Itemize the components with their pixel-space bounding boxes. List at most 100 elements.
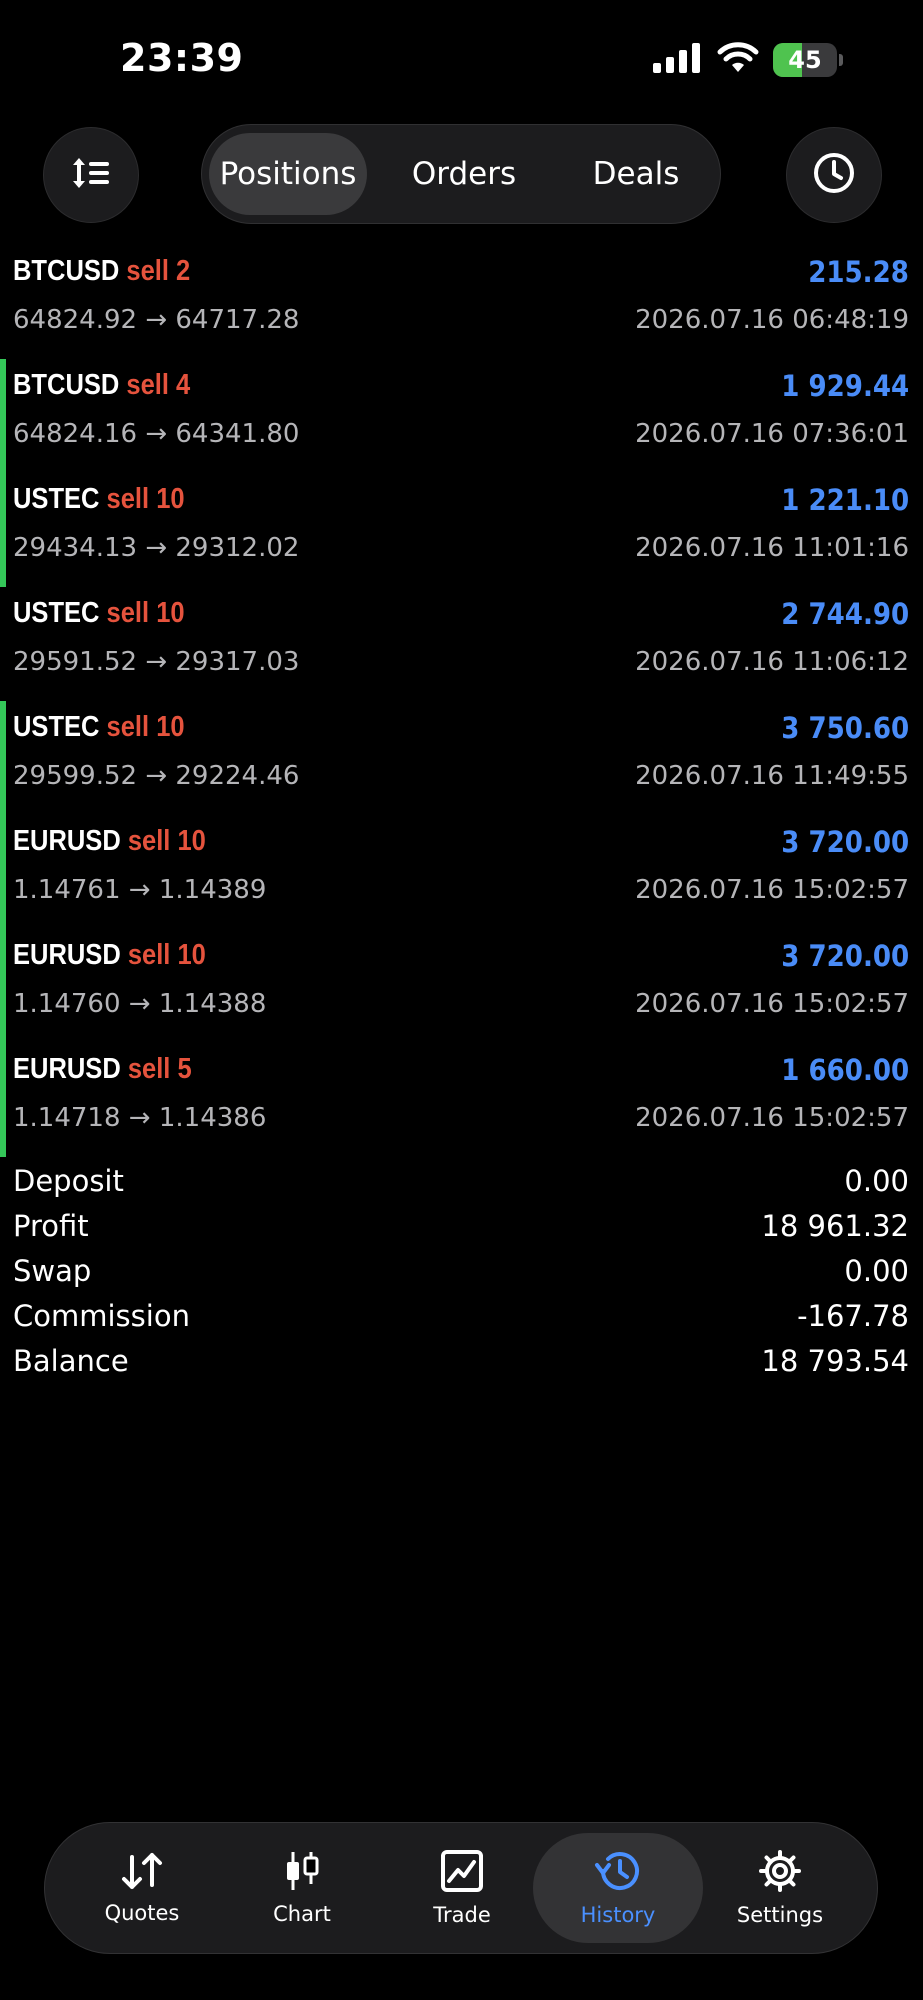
- tab-trade[interactable]: Trade: [377, 1833, 547, 1943]
- battery-icon: 45: [773, 43, 843, 77]
- status-icons: 45: [653, 42, 843, 78]
- open-price: 29591.52: [13, 647, 138, 677]
- open-price: 29599.52: [13, 761, 138, 791]
- close-price: 1.14386: [158, 1103, 267, 1133]
- arrow-icon: →: [145, 419, 168, 449]
- close-time: 2026.07.16 15:02:57: [635, 989, 909, 1019]
- summary-label: Deposit: [13, 1164, 124, 1198]
- side-volume: sell 10: [106, 711, 185, 743]
- side-volume: sell 5: [127, 1053, 192, 1085]
- close-time: 2026.07.16 11:01:16: [635, 533, 909, 563]
- profit-value: 3 720.00: [781, 825, 909, 859]
- summary-value: 0.00: [844, 1164, 909, 1198]
- row-marker: [0, 359, 6, 473]
- battery-level: 45: [788, 46, 822, 74]
- row-marker: [0, 701, 6, 815]
- row-marker: [0, 815, 6, 929]
- close-time: 2026.07.16 11:06:12: [635, 647, 909, 677]
- summary-value: 0.00: [844, 1254, 909, 1288]
- close-price: 29224.46: [175, 761, 300, 791]
- clock-icon: [812, 151, 856, 199]
- arrow-icon: →: [145, 761, 168, 791]
- tab-positions[interactable]: Positions: [209, 133, 367, 215]
- close-time: 2026.07.16 06:48:19: [635, 305, 909, 335]
- profit-value: 1 929.44: [781, 369, 909, 403]
- arrow-icon: →: [128, 1103, 151, 1133]
- close-time: 2026.07.16 07:36:01: [635, 419, 909, 449]
- arrow-icon: →: [145, 533, 168, 563]
- signal-icon: [653, 43, 703, 77]
- summary-label: Swap: [13, 1254, 92, 1288]
- close-time: 2026.07.16 15:02:57: [635, 1103, 909, 1133]
- open-price: 1.14760: [13, 989, 121, 1019]
- symbol: USTEC: [13, 597, 100, 629]
- summary-profit: Profit 18 961.32: [0, 1205, 923, 1250]
- history-summary: Deposit 0.00 Profit 18 961.32 Swap 0.00 …: [0, 1160, 923, 1385]
- tab-history[interactable]: History: [533, 1833, 703, 1943]
- open-price: 1.14761: [13, 875, 121, 905]
- close-price: 1.14388: [158, 989, 267, 1019]
- symbol: EURUSD: [13, 825, 121, 857]
- summary-label: Profit: [13, 1209, 89, 1243]
- side-volume: sell 10: [106, 597, 185, 629]
- summary-balance: Balance 18 793.54: [0, 1340, 923, 1385]
- summary-swap: Swap 0.00: [0, 1250, 923, 1295]
- sort-button[interactable]: [43, 127, 139, 223]
- profit-value: 1 221.10: [781, 483, 909, 517]
- close-time: 2026.07.16 11:49:55: [635, 761, 909, 791]
- symbol: USTEC: [13, 483, 100, 515]
- summary-label: Balance: [13, 1344, 129, 1378]
- open-price: 1.14718: [13, 1103, 121, 1133]
- symbol: USTEC: [13, 711, 100, 743]
- close-price: 1.14389: [158, 875, 267, 905]
- close-price: 64717.28: [175, 305, 300, 335]
- summary-commission: Commission -167.78: [0, 1295, 923, 1340]
- symbol: EURUSD: [13, 1053, 121, 1085]
- side-volume: sell 10: [127, 939, 206, 971]
- list-item[interactable]: EURUSD sell 10 1.14760 → 1.14388 3 720.00…: [0, 929, 923, 1043]
- period-button[interactable]: [786, 127, 882, 223]
- list-item[interactable]: USTEC sell 10 29434.13 → 29312.02 1 221.1…: [0, 473, 923, 587]
- close-price: 29312.02: [175, 533, 300, 563]
- profit-value: 2 744.90: [781, 597, 909, 631]
- side-volume: sell 10: [127, 825, 206, 857]
- tab-label: Settings: [736, 1903, 824, 1927]
- tab-quotes[interactable]: Quotes: [57, 1833, 227, 1943]
- list-item[interactable]: EURUSD sell 5 1.14718 → 1.14386 1 660.00 …: [0, 1043, 923, 1157]
- summary-value: -167.78: [797, 1299, 909, 1333]
- row-marker: [0, 1043, 6, 1157]
- candlestick-icon: [284, 1850, 320, 1892]
- list-item[interactable]: USTEC sell 10 29591.52 → 29317.03 2 744.9…: [0, 587, 923, 701]
- list-item[interactable]: USTEC sell 10 29599.52 → 29224.46 3 750.6…: [0, 701, 923, 815]
- arrow-icon: →: [145, 305, 168, 335]
- symbol: BTCUSD: [13, 369, 120, 401]
- tab-chart[interactable]: Chart: [217, 1833, 387, 1943]
- tab-label: Quotes: [104, 1901, 180, 1925]
- tab-settings[interactable]: Settings: [695, 1833, 865, 1943]
- summary-label: Commission: [13, 1299, 190, 1333]
- tab-orders[interactable]: Orders: [382, 133, 546, 215]
- symbol: EURUSD: [13, 939, 121, 971]
- gear-icon: [758, 1849, 802, 1893]
- history-view-selector: Positions Orders Deals: [201, 124, 721, 224]
- open-price: 64824.92: [13, 305, 138, 335]
- quotes-icon: [119, 1851, 165, 1891]
- history-icon: [594, 1849, 642, 1893]
- status-time: 23:39: [120, 36, 244, 80]
- positions-list: BTCUSD sell 2 64824.92 → 64717.28 215.28 …: [0, 245, 923, 1157]
- summary-deposit: Deposit 0.00: [0, 1160, 923, 1205]
- trade-chart-icon: [440, 1849, 484, 1893]
- side-volume: sell 10: [106, 483, 185, 515]
- sort-icon: [71, 156, 111, 194]
- tab-deals[interactable]: Deals: [554, 133, 718, 215]
- list-item[interactable]: EURUSD sell 10 1.14761 → 1.14389 3 720.00…: [0, 815, 923, 929]
- list-item[interactable]: BTCUSD sell 4 64824.16 → 64341.80 1 929.4…: [0, 359, 923, 473]
- close-price: 64341.80: [175, 419, 300, 449]
- arrow-icon: →: [145, 647, 168, 677]
- profit-value: 3 750.60: [781, 711, 909, 745]
- close-time: 2026.07.16 15:02:57: [635, 875, 909, 905]
- open-price: 64824.16: [13, 419, 138, 449]
- summary-value: 18 793.54: [761, 1344, 909, 1378]
- list-item[interactable]: BTCUSD sell 2 64824.92 → 64717.28 215.28 …: [0, 245, 923, 359]
- side-volume: sell 2: [126, 255, 191, 287]
